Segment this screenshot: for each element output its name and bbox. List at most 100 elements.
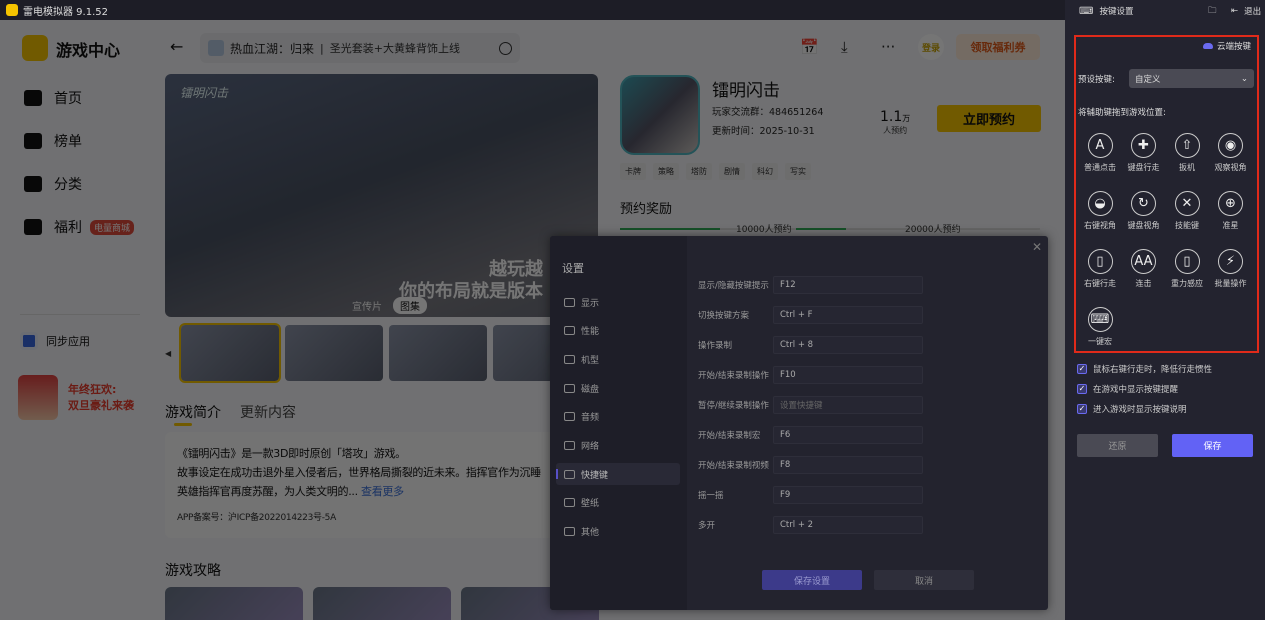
- thumbnail[interactable]: [389, 325, 487, 381]
- search-icon[interactable]: [499, 41, 512, 55]
- key-tool[interactable]: ⚡ 批量操作: [1209, 249, 1253, 289]
- login-button[interactable]: 登录: [918, 34, 944, 60]
- exit-icon: ⇤: [1231, 6, 1239, 16]
- key-tool[interactable]: ⇧ 扳机: [1165, 133, 1209, 173]
- player-group[interactable]: 玩家交流群：484651264: [712, 104, 823, 118]
- thumbnail[interactable]: [179, 323, 281, 383]
- key-tool[interactable]: ▯ 重力感应: [1165, 249, 1209, 289]
- save-button[interactable]: 保存: [1172, 434, 1253, 457]
- key-tool[interactable]: ✚ 键盘行走: [1122, 133, 1166, 173]
- tag[interactable]: 策略: [653, 163, 679, 180]
- tab-video[interactable]: 宣传片: [345, 297, 389, 314]
- tag-list: 卡牌 策略 塔防 剧情 科幻 写实: [620, 163, 811, 180]
- key-tool-icon: ◒: [1087, 191, 1113, 216]
- settings-nav-item[interactable]: 音频: [556, 406, 680, 428]
- option-checkbox[interactable]: ✓ 进入游戏时显示按键说明: [1077, 403, 1187, 415]
- shortcut-input[interactable]: F6: [773, 426, 923, 444]
- nav-label: 网络: [581, 442, 600, 452]
- shortcut-input[interactable]: F12: [773, 276, 923, 294]
- key-tool[interactable]: ⊕ 准星: [1209, 191, 1253, 231]
- update-time: 更新时间：2025-10-31: [712, 126, 815, 137]
- nav-icon: [564, 498, 575, 508]
- settings-nav-item[interactable]: 快捷键: [556, 463, 680, 486]
- reserve-button[interactable]: 立即预约: [937, 105, 1041, 132]
- home-icon: [24, 90, 42, 106]
- shortcut-input[interactable]: F10: [773, 366, 923, 384]
- close-icon[interactable]: ✕: [1032, 240, 1042, 254]
- settings-nav-item[interactable]: 壁纸: [556, 492, 680, 514]
- back-arrow-icon[interactable]: ←: [170, 37, 183, 56]
- sidebar-item-home[interactable]: 首页: [24, 88, 82, 108]
- settings-nav-item[interactable]: 机型: [556, 348, 680, 370]
- shortcut-input[interactable]: Ctrl + 2: [773, 516, 923, 534]
- search-input[interactable]: 热血江湖：归来 | 圣光套装+大黄蜂背饰上线: [200, 33, 520, 63]
- cancel-button[interactable]: 取消: [874, 570, 974, 590]
- promo-banner[interactable]: 年终狂欢: 双旦豪礼来袭: [18, 375, 134, 420]
- settings-nav-item[interactable]: 性能: [556, 320, 680, 342]
- shortcut-input[interactable]: Ctrl + F: [773, 306, 923, 324]
- calendar-icon[interactable]: 📅: [800, 38, 819, 56]
- checkbox-checked-icon: ✓: [1077, 364, 1087, 374]
- folder-icon[interactable]: 🗀: [1208, 5, 1217, 19]
- save-settings-button[interactable]: 保存设置: [762, 570, 862, 590]
- exit-button[interactable]: ⇤ 退出: [1231, 5, 1261, 17]
- guide-card[interactable]: [313, 587, 451, 620]
- shortcut-row: 开始/结束录制操作 F10: [698, 366, 923, 384]
- key-tool-label: 扳机: [1179, 163, 1195, 172]
- tag[interactable]: 卡牌: [620, 163, 646, 180]
- shortcut-input[interactable]: 设置快捷键: [773, 396, 923, 414]
- more-icon[interactable]: ···: [881, 38, 895, 56]
- cloud-keymap-button[interactable]: 云端按键: [1202, 40, 1251, 52]
- key-tool-icon: ▯: [1087, 249, 1113, 274]
- sidebar-item-welfare[interactable]: 福利 电量商城: [24, 217, 135, 237]
- guide-card[interactable]: [165, 587, 303, 620]
- option-checkbox[interactable]: ✓ 在游戏中显示按键提醒: [1077, 383, 1178, 395]
- settings-nav-item[interactable]: 其他: [556, 521, 680, 543]
- coupon-button[interactable]: 领取福利券: [956, 34, 1040, 60]
- prev-arrow-icon[interactable]: ◀: [165, 349, 175, 358]
- keymap-title: 按键设置: [1099, 7, 1134, 17]
- option-label: 进入游戏时显示按键说明: [1093, 405, 1187, 415]
- shortcut-input[interactable]: Ctrl + 8: [773, 336, 923, 354]
- key-tool-icon: ◉: [1218, 133, 1243, 158]
- key-tool[interactable]: AA 连击: [1122, 249, 1166, 289]
- key-tool[interactable]: ▯ 右键行走: [1078, 249, 1122, 289]
- preset-select[interactable]: 自定义 ⌄: [1129, 69, 1254, 88]
- tab-gallery[interactable]: 图集: [393, 297, 427, 314]
- key-tool[interactable]: ◉ 观察视角: [1209, 133, 1253, 173]
- tab-intro[interactable]: 游戏简介: [165, 402, 221, 422]
- sidebar-item-ranking[interactable]: 榜单: [24, 131, 82, 151]
- tag[interactable]: 科幻: [752, 163, 778, 180]
- media-banner[interactable]: 镭明闪击 越玩越 你的布局就是版本 宣传片 图集: [165, 74, 598, 317]
- tag[interactable]: 剧情: [719, 163, 745, 180]
- nav-label: 其他: [581, 528, 600, 539]
- settings-nav-item[interactable]: 显示: [556, 291, 680, 313]
- tag[interactable]: 写实: [785, 163, 811, 180]
- key-tool-label: 准星: [1222, 221, 1239, 230]
- tag[interactable]: 塔防: [686, 163, 712, 180]
- gamepad-logo-icon: [22, 35, 48, 61]
- restore-button[interactable]: 还原: [1077, 434, 1158, 457]
- key-tool[interactable]: ◒ 右键视角: [1078, 191, 1122, 231]
- key-tool[interactable]: ↻ 键盘视角: [1122, 191, 1166, 231]
- key-tool[interactable]: A 普通点击: [1078, 133, 1122, 173]
- download-icon[interactable]: ⤓: [841, 38, 848, 56]
- key-tool[interactable]: ✕ 技能键: [1165, 191, 1209, 231]
- thumbnail[interactable]: [285, 325, 383, 381]
- settings-nav-item[interactable]: 磁盘: [556, 377, 680, 399]
- key-tool-label: 技能键: [1175, 221, 1199, 230]
- nav-icon: [564, 441, 575, 450]
- title-bar: 雷电模拟器 9.1.52: [0, 0, 1065, 20]
- option-checkbox[interactable]: ✓ 鼠标右键行走时，降低行走惯性: [1077, 363, 1212, 375]
- key-tool-icon: ⚡: [1218, 249, 1243, 274]
- sidebar-item-category[interactable]: 分类: [24, 174, 82, 194]
- see-more-link[interactable]: 查看更多: [361, 485, 404, 498]
- shortcut-input[interactable]: F9: [773, 486, 923, 504]
- key-tool-icon: ✕: [1174, 191, 1200, 216]
- sidebar-title: 游戏中心: [56, 41, 121, 60]
- sync-apps-button[interactable]: 同步应用: [20, 332, 90, 350]
- settings-nav-item[interactable]: 网络: [556, 435, 680, 457]
- shortcut-input[interactable]: F8: [773, 456, 923, 474]
- tab-update[interactable]: 更新内容: [240, 402, 296, 422]
- key-tool[interactable]: ⌨ 一键宏: [1078, 307, 1122, 347]
